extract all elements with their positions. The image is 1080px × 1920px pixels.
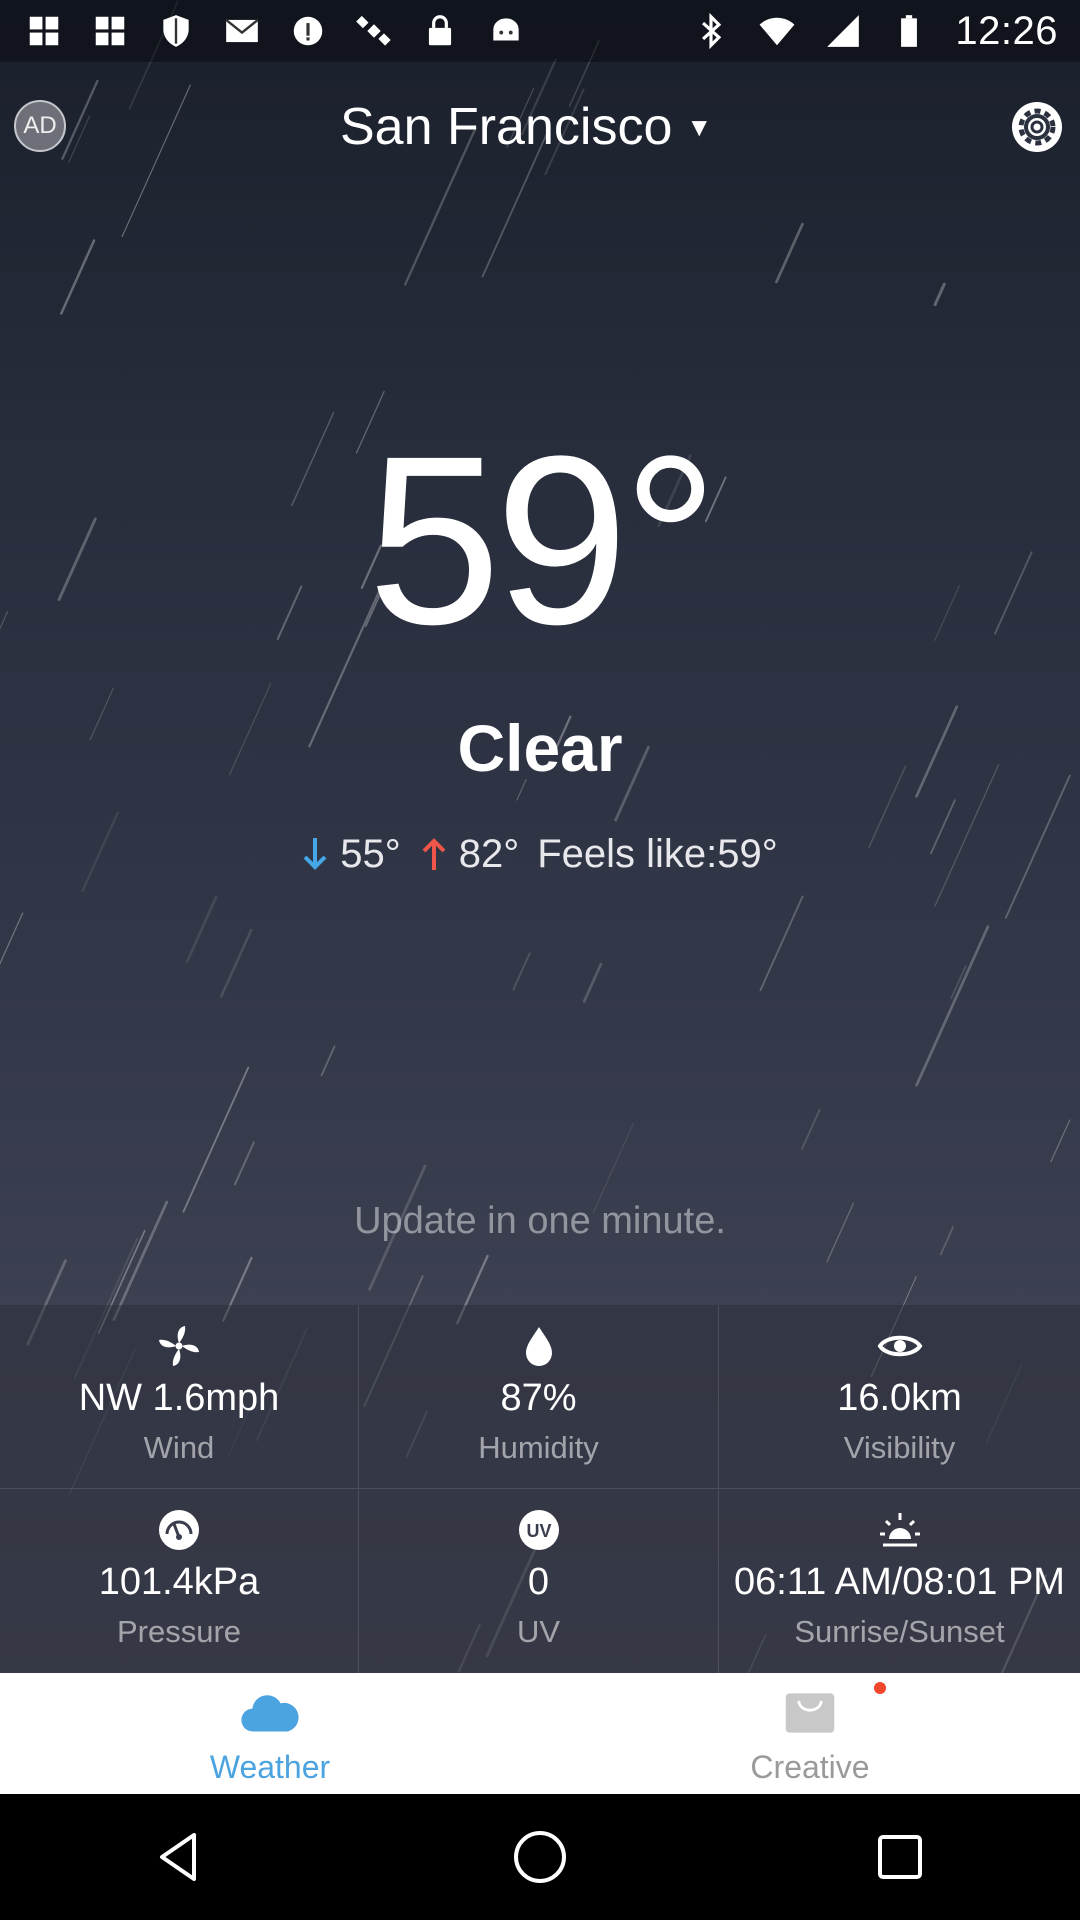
star-streak bbox=[59, 239, 96, 315]
tab-weather[interactable]: Weather bbox=[0, 1673, 540, 1794]
star-streak bbox=[220, 928, 253, 998]
back-button[interactable] bbox=[140, 1817, 220, 1897]
city-selector[interactable]: San Francisco ▼ bbox=[340, 92, 760, 162]
detail-pressure: 101.4kPa Pressure bbox=[0, 1489, 359, 1673]
grid-icon bbox=[24, 11, 64, 51]
star-streak bbox=[0, 912, 24, 966]
sunrise-sunset-value: 06:11 AM/08:01 PM bbox=[734, 1561, 1065, 1603]
temperature-range: 55° 82° Feels like:59° bbox=[0, 826, 1080, 882]
detail-wind: NW 1.6mph Wind bbox=[0, 1305, 359, 1489]
wind-value: NW 1.6mph bbox=[78, 1377, 280, 1419]
lock-icon bbox=[420, 11, 460, 51]
city-name: San Francisco bbox=[340, 98, 673, 156]
wind-label: Wind bbox=[143, 1430, 215, 1465]
arrow-down-icon bbox=[303, 838, 327, 870]
status-bar: 12:26 bbox=[0, 0, 1080, 62]
bluetooth-icon bbox=[691, 11, 731, 51]
detail-visibility: 16.0km Visibility bbox=[719, 1305, 1080, 1489]
mail-icon bbox=[222, 11, 262, 51]
star-streak bbox=[759, 895, 804, 992]
current-temperature: 59° bbox=[367, 406, 719, 674]
settings-button[interactable] bbox=[1010, 100, 1064, 154]
star-streak bbox=[512, 952, 531, 991]
high-temperature: 82° bbox=[458, 831, 520, 876]
recents-button[interactable] bbox=[860, 1817, 940, 1897]
star-streak bbox=[61, 79, 99, 160]
pressure-value: 101.4kPa bbox=[98, 1561, 260, 1603]
arrow-up-icon bbox=[422, 838, 446, 870]
uv-value: 0 bbox=[527, 1561, 550, 1603]
detail-sunrise-sunset: 06:11 AM/08:01 PM Sunrise/Sunset bbox=[719, 1489, 1080, 1673]
star-streak bbox=[775, 222, 804, 284]
low-temperature: 55° bbox=[340, 831, 401, 876]
update-status: Update in one minute. bbox=[354, 1200, 726, 1242]
star-streak bbox=[915, 925, 990, 1087]
humidity-value: 87% bbox=[500, 1377, 577, 1419]
satellite-icon bbox=[354, 11, 394, 51]
tab-creative-label: Creative bbox=[750, 1749, 870, 1785]
star-streak bbox=[121, 84, 191, 238]
star-streak bbox=[933, 282, 946, 307]
uv-icon: UV bbox=[516, 1507, 562, 1553]
notification-dot bbox=[874, 1682, 886, 1694]
visibility-label: Visibility bbox=[843, 1430, 956, 1465]
cloud-icon bbox=[235, 1685, 305, 1741]
sunrise-icon bbox=[877, 1507, 923, 1553]
ad-badge[interactable]: AD bbox=[14, 100, 66, 152]
star-streak bbox=[233, 1141, 255, 1186]
caret-down-icon: ▼ bbox=[686, 111, 713, 142]
recents-square-icon bbox=[878, 1835, 922, 1879]
weather-screen: 12:26 AD San Francisco ▼ 59° Clear 55° 8… bbox=[0, 0, 1080, 1794]
visibility-value: 16.0km bbox=[837, 1377, 962, 1419]
home-button[interactable] bbox=[500, 1817, 580, 1897]
wind-fan-icon bbox=[156, 1323, 202, 1369]
status-time: 12:26 bbox=[955, 8, 1058, 53]
star-streak bbox=[182, 1066, 250, 1213]
shield-icon bbox=[156, 11, 196, 51]
pressure-label: Pressure bbox=[116, 1614, 242, 1649]
star-streak bbox=[185, 895, 218, 963]
wifi-icon bbox=[757, 11, 797, 51]
tab-creative[interactable]: Creative bbox=[540, 1673, 1080, 1794]
detail-uv: UV 0 UV bbox=[359, 1489, 719, 1673]
feels-like: Feels like:59° bbox=[537, 831, 778, 876]
info-icon bbox=[288, 11, 328, 51]
uv-icon-text: UV bbox=[526, 1521, 551, 1541]
gear-icon bbox=[1012, 102, 1062, 152]
sunrise-sunset-label: Sunrise/Sunset bbox=[794, 1614, 1005, 1649]
star-streak bbox=[801, 1108, 821, 1150]
drop-icon bbox=[516, 1323, 562, 1369]
back-triangle-icon bbox=[160, 1833, 196, 1881]
home-circle-icon bbox=[514, 1831, 566, 1883]
detail-humidity: 87% Humidity bbox=[359, 1305, 719, 1489]
grid-icon bbox=[90, 11, 130, 51]
bottom-tab-bar: Weather Creative bbox=[0, 1673, 1080, 1794]
star-streak bbox=[320, 1045, 336, 1077]
cell-signal-icon bbox=[823, 11, 863, 51]
tab-weather-label: Weather bbox=[209, 1749, 331, 1785]
bag-icon bbox=[775, 1685, 845, 1741]
gauge-icon bbox=[156, 1507, 202, 1553]
weather-condition: Clear bbox=[457, 711, 623, 785]
weather-details-grid: NW 1.6mph Wind 87% Humidity 16.0km Visib… bbox=[0, 1305, 1080, 1673]
battery-icon bbox=[889, 11, 929, 51]
system-navigation-bar bbox=[0, 1794, 1080, 1920]
star-streak bbox=[582, 962, 603, 1003]
uv-label: UV bbox=[516, 1614, 561, 1649]
humidity-label: Humidity bbox=[478, 1430, 599, 1465]
android-icon bbox=[486, 11, 526, 51]
eye-icon bbox=[877, 1323, 923, 1369]
star-streak bbox=[1050, 1119, 1071, 1163]
